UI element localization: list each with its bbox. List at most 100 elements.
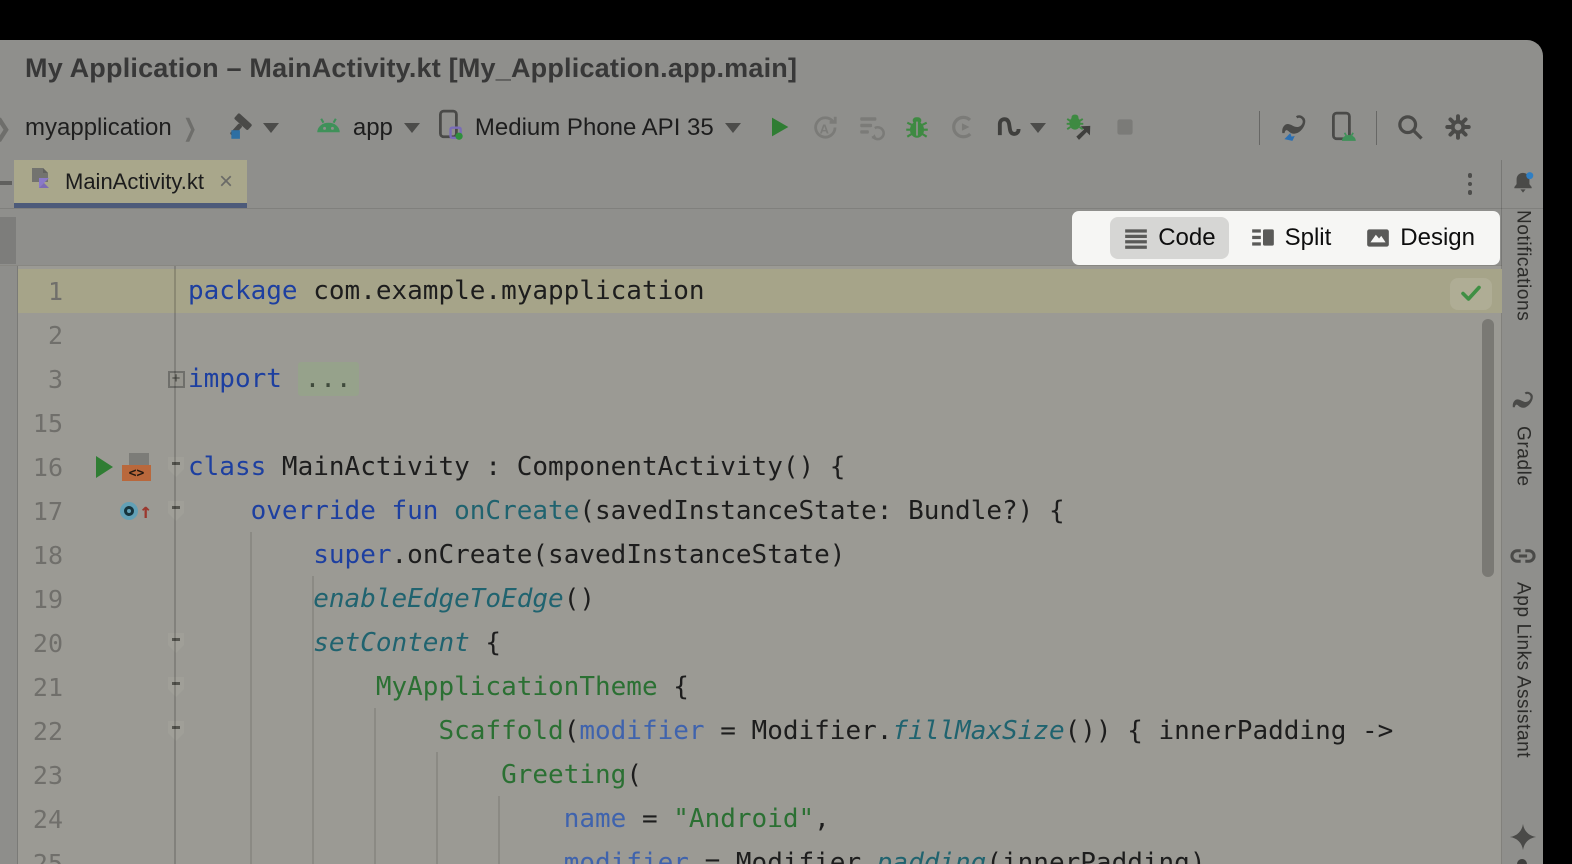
- screen: My Application – MainActivity.kt [My_App…: [0, 0, 1572, 864]
- toolbar-separator: [1259, 111, 1260, 145]
- window-title: My Application – MainActivity.kt [My_App…: [25, 53, 797, 84]
- editor-tab-bar: MainActivity.kt ×: [0, 160, 1543, 209]
- code-text: setContent {: [188, 628, 501, 658]
- override-method-icon[interactable]: ↑: [120, 501, 152, 522]
- code-line: 17↑ override fun onCreate(savedInstanceS…: [0, 489, 1502, 533]
- device-selector[interactable]: Medium Phone API 35: [436, 107, 741, 149]
- fold-column: [164, 677, 188, 697]
- breadcrumb-project[interactable]: myapplication: [25, 114, 172, 142]
- code-text: override fun onCreate(savedInstanceState…: [188, 496, 1065, 526]
- hammer-icon: [226, 112, 256, 145]
- tool-window-stripe: Notifications Gradle App Links Assistant: [1501, 160, 1543, 864]
- code-text: import ...: [188, 364, 359, 394]
- view-mode-design-button[interactable]: Design: [1352, 217, 1488, 259]
- sidebar-item-app-links-assistant[interactable]: App Links Assistant: [1502, 542, 1543, 758]
- link-icon: [1509, 542, 1537, 573]
- attach-debugger-button[interactable]: [1064, 112, 1094, 145]
- title-bar[interactable]: My Application – MainActivity.kt [My_App…: [0, 40, 1543, 96]
- sidebar-item-gradle[interactable]: Gradle: [1502, 388, 1543, 487]
- gutter-icons: ↑: [63, 501, 164, 522]
- svg-text:A: A: [819, 121, 828, 136]
- fold-expand-icon[interactable]: +: [168, 371, 185, 388]
- code-line: 20 setContent {: [0, 621, 1502, 665]
- fold-column: [164, 633, 188, 653]
- chevron-down-icon: [404, 123, 420, 133]
- editor-header-strip: Code Split Design: [0, 209, 1543, 266]
- design-view-label: Design: [1400, 224, 1475, 252]
- fold-column: [164, 501, 188, 521]
- run-class-icon[interactable]: [96, 456, 113, 478]
- collapsed-stripe-handle[interactable]: [0, 181, 12, 185]
- chevron-down-icon: [725, 123, 741, 133]
- editor-scrollbar[interactable]: [1482, 319, 1494, 577]
- code-view-icon: [1123, 225, 1149, 251]
- code-text: enableEdgeToEdge(): [188, 584, 595, 614]
- view-mode-switcher: Code Split Design: [1072, 211, 1500, 265]
- editor-left-rail: [0, 266, 18, 864]
- code-line: 1package com.example.myapplication: [0, 269, 1502, 313]
- gutter-separator: [174, 266, 176, 864]
- tab-mainactivity[interactable]: MainActivity.kt ×: [14, 160, 247, 208]
- code-line: 22 Scaffold(modifier = Modifier.fillMaxS…: [0, 709, 1502, 753]
- gemini-sparkle-button[interactable]: [1502, 822, 1543, 855]
- code-view-label: Code: [1158, 224, 1215, 252]
- apply-code-changes-icon: [857, 113, 885, 144]
- gradle-elephant-icon: [1509, 388, 1537, 417]
- module-selector-label: app: [353, 114, 393, 142]
- device-manager-button[interactable]: [1328, 111, 1358, 146]
- view-mode-code-button[interactable]: Code: [1110, 217, 1228, 259]
- apply-changes-button[interactable]: A: [811, 113, 839, 144]
- run-button[interactable]: [765, 113, 793, 144]
- attach-debugger-icon: [1064, 112, 1094, 145]
- profile-button[interactable]: [949, 113, 977, 144]
- sidebar-item-notifications[interactable]: Notifications: [1502, 170, 1543, 321]
- run-icon: [765, 113, 793, 144]
- apply-code-changes-button[interactable]: [857, 113, 885, 144]
- code-line: 19 enableEdgeToEdge(): [0, 577, 1502, 621]
- bell-icon: [1509, 170, 1537, 201]
- fold-collapse-icon[interactable]: [168, 633, 184, 653]
- avatar[interactable]: [1491, 110, 1527, 146]
- chevron-right-icon: ❯: [183, 114, 197, 143]
- code-editor[interactable]: 1package com.example.myapplication23+imp…: [0, 265, 1502, 864]
- stop-button[interactable]: [1112, 114, 1138, 143]
- left-rail-handle[interactable]: [0, 217, 16, 264]
- fold-column: [164, 457, 188, 477]
- code-line: 3+import ...: [0, 357, 1502, 401]
- profiler-button[interactable]: [995, 113, 1046, 144]
- view-mode-split-button[interactable]: Split: [1237, 217, 1345, 259]
- code-line: 24 name = "Android",: [0, 797, 1502, 841]
- toolbar-separator: [1376, 111, 1377, 145]
- split-view-label: Split: [1285, 224, 1332, 252]
- fold-collapse-icon[interactable]: [168, 457, 184, 477]
- fold-collapse-icon[interactable]: [168, 501, 184, 521]
- code-line: 18 super.onCreate(savedInstanceState): [0, 533, 1502, 577]
- settings-button[interactable]: [1443, 112, 1473, 145]
- code-text: class MainActivity : ComponentActivity()…: [188, 452, 845, 482]
- code-area[interactable]: 1package com.example.myapplication23+imp…: [0, 269, 1502, 864]
- sidebar-item-label: Notifications: [1512, 210, 1534, 321]
- gradle-sync-button[interactable]: [1278, 112, 1310, 145]
- code-text: Scaffold(modifier = Modifier.fillMaxSize…: [188, 716, 1393, 746]
- search-everywhere-button[interactable]: [1395, 112, 1425, 145]
- code-text: MyApplicationTheme {: [188, 672, 689, 702]
- compose-preview-icon[interactable]: <>: [122, 453, 152, 481]
- module-selector[interactable]: app: [315, 107, 420, 149]
- debug-button[interactable]: [903, 113, 931, 144]
- inspections-ok-badge[interactable]: [1450, 278, 1492, 310]
- apply-changes-icon: A: [811, 113, 839, 144]
- code-text: super.onCreate(savedInstanceState): [188, 540, 845, 570]
- editor-options-kebab-icon[interactable]: [1459, 169, 1481, 199]
- checkmark-icon: [1458, 281, 1484, 308]
- build-hammer-button[interactable]: [226, 112, 279, 145]
- design-view-icon: [1365, 225, 1391, 251]
- chevron-down-icon: [263, 123, 279, 133]
- android-head-icon: [315, 114, 342, 142]
- close-icon[interactable]: ×: [219, 168, 233, 196]
- android-studio-window: My Application – MainActivity.kt [My_App…: [0, 40, 1543, 864]
- fold-column: +: [164, 371, 188, 388]
- fold-collapse-icon[interactable]: [168, 677, 184, 697]
- fold-collapse-icon[interactable]: [168, 721, 184, 741]
- code-line: 25 modifier = Modifier.padding(innerPadd…: [0, 841, 1502, 864]
- fold-column: [164, 721, 188, 741]
